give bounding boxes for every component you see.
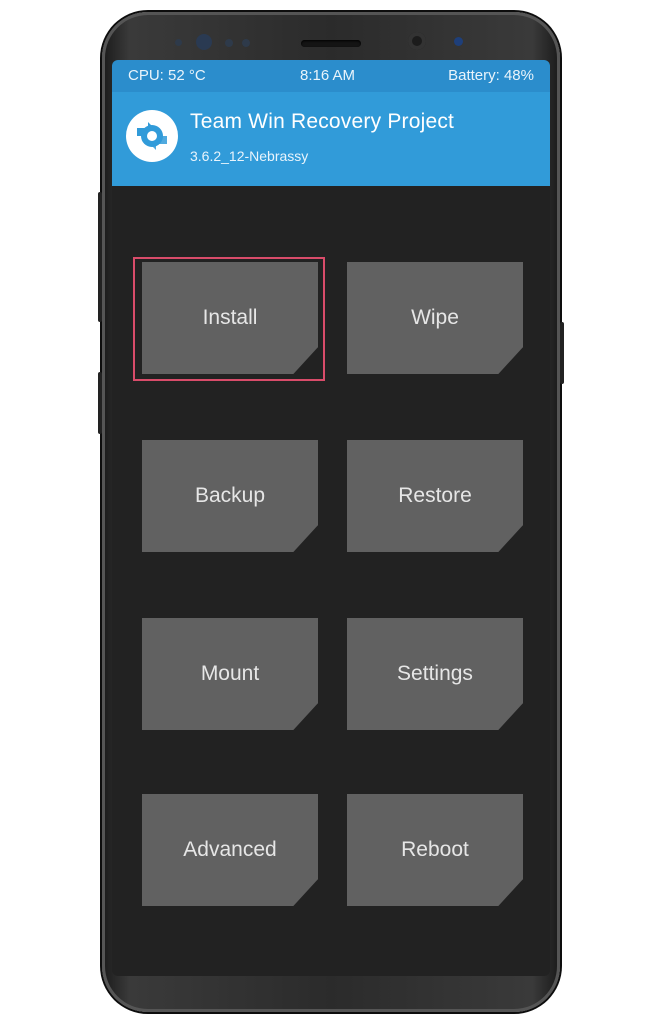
- main-menu: Install Wipe Backup Restore Mount Settin…: [112, 186, 550, 976]
- app-title: Team Win Recovery Project: [190, 110, 455, 133]
- iris-scanner-icon: [196, 34, 212, 50]
- stage: CPU: 52 °C 8:16 AM Battery: 48% Team Win…: [0, 0, 663, 1024]
- screen: CPU: 52 °C 8:16 AM Battery: 48% Team Win…: [112, 60, 550, 976]
- app-header: Team Win Recovery Project 3.6.2_12-Nebra…: [112, 92, 550, 186]
- sensor-dot-icon: [242, 39, 250, 47]
- restore-button[interactable]: Restore: [347, 440, 523, 552]
- backup-button[interactable]: Backup: [142, 440, 318, 552]
- mount-button[interactable]: Mount: [142, 618, 318, 730]
- front-camera-icon: [408, 32, 426, 50]
- wipe-button[interactable]: Wipe: [347, 262, 523, 374]
- twrp-logo-icon: [126, 110, 178, 162]
- power-key: [560, 322, 564, 384]
- earpiece-speaker: [301, 40, 361, 47]
- phone-frame: CPU: 52 °C 8:16 AM Battery: 48% Team Win…: [98, 12, 564, 1012]
- battery-level: Battery: 48%: [448, 67, 534, 84]
- status-bar: CPU: 52 °C 8:16 AM Battery: 48%: [112, 60, 550, 92]
- install-button[interactable]: Install: [142, 262, 318, 374]
- settings-button[interactable]: Settings: [347, 618, 523, 730]
- volume-key: [98, 192, 102, 322]
- iris-camera-icon: [454, 37, 463, 46]
- advanced-button[interactable]: Advanced: [142, 794, 318, 906]
- app-version: 3.6.2_12-Nebrassy: [190, 148, 309, 164]
- clock: 8:16 AM: [300, 67, 356, 84]
- proximity-sensor-icon: [175, 39, 182, 46]
- reboot-button[interactable]: Reboot: [347, 794, 523, 906]
- light-sensor-icon: [225, 39, 233, 47]
- bixby-key: [98, 372, 102, 434]
- cpu-temperature: CPU: 52 °C: [128, 67, 206, 84]
